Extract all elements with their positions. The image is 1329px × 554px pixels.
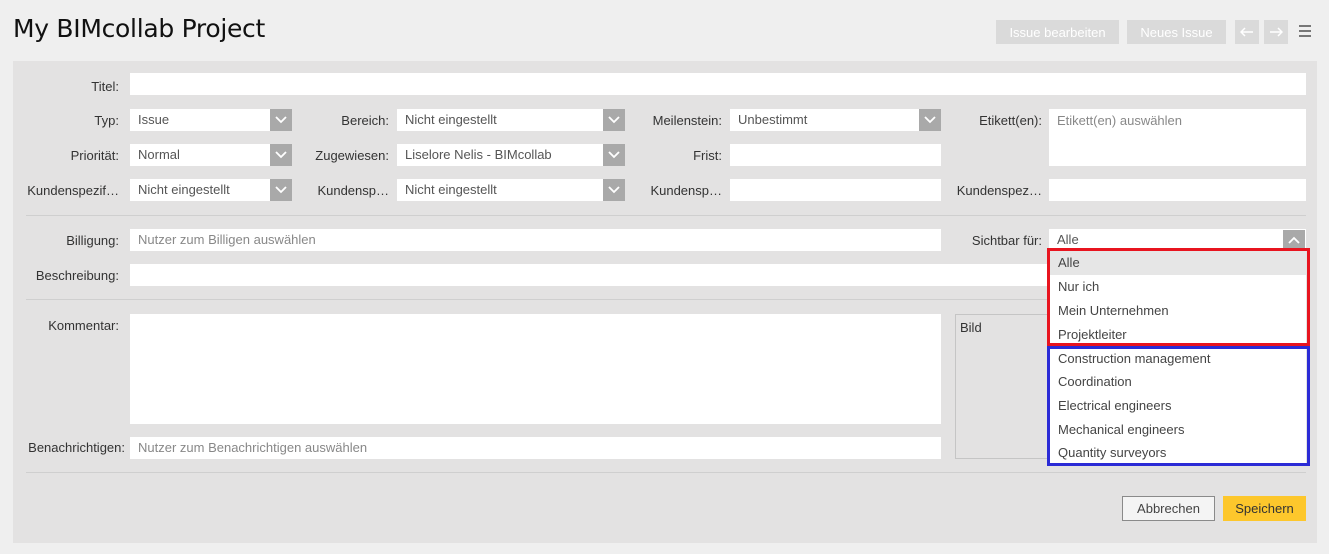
assigned-select[interactable]: Liselore Nelis - BIMcollab: [397, 144, 625, 166]
deadline-input[interactable]: [730, 144, 941, 166]
chevron-down-icon[interactable]: [919, 109, 941, 131]
dropdown-option-all[interactable]: Alle: [1049, 251, 1306, 275]
deadline-label: Frist:: [693, 148, 722, 163]
chevron-down-icon[interactable]: [270, 109, 292, 131]
area-label: Bereich:: [341, 113, 389, 128]
divider: [26, 215, 1306, 216]
chevron-up-icon[interactable]: [1283, 230, 1305, 250]
area-value: Nicht eingestellt: [405, 112, 497, 127]
arrow-left-icon: [1240, 27, 1253, 37]
visible-label: Sichtbar für:: [971, 233, 1042, 248]
visible-select[interactable]: Alle: [1049, 229, 1306, 251]
visible-value: Alle: [1057, 232, 1079, 247]
dropdown-option-only-me[interactable]: Nur ich: [1049, 275, 1306, 299]
custom4-input[interactable]: [1049, 179, 1306, 201]
dropdown-option-construction-management[interactable]: Construction management: [1049, 347, 1306, 371]
notify-label: Benachrichtigen:: [28, 440, 125, 455]
custom2-select[interactable]: Nicht eingestellt: [397, 179, 625, 201]
divider: [26, 472, 1306, 473]
dropdown-option-mechanical-engineers[interactable]: Mechanical engineers: [1049, 418, 1306, 442]
comment-textarea[interactable]: [130, 314, 941, 424]
chevron-down-icon[interactable]: [603, 179, 625, 201]
arrow-right-icon: [1270, 27, 1283, 37]
chevron-down-icon[interactable]: [603, 144, 625, 166]
image-label: Bild: [960, 320, 982, 335]
type-select[interactable]: Issue: [130, 109, 292, 131]
page-title: My BIMcollab Project: [13, 14, 266, 43]
custom1-value: Nicht eingestellt: [138, 182, 230, 197]
title-label: Titel:: [91, 79, 119, 94]
custom3-input[interactable]: [730, 179, 941, 201]
tags-label: Etikett(en):: [979, 113, 1042, 128]
priority-select[interactable]: Normal: [130, 144, 292, 166]
tags-input[interactable]: Etikett(en) auswählen: [1049, 109, 1306, 166]
type-label: Typ:: [94, 113, 119, 128]
save-button[interactable]: Speichern: [1223, 496, 1306, 521]
assigned-label: Zugewiesen:: [315, 148, 389, 163]
image-dropzone[interactable]: Bild: [955, 314, 1055, 459]
title-input[interactable]: [130, 73, 1306, 95]
area-select[interactable]: Nicht eingestellt: [397, 109, 625, 131]
new-issue-button[interactable]: Neues Issue: [1127, 20, 1226, 44]
description-input[interactable]: [130, 264, 1048, 286]
type-value: Issue: [138, 112, 170, 127]
prev-button[interactable]: [1235, 20, 1259, 44]
dropdown-option-quantity-surveyors[interactable]: Quantity surveyors: [1049, 441, 1306, 465]
priority-value: Normal: [138, 147, 180, 162]
cancel-button[interactable]: Abbrechen: [1122, 496, 1215, 521]
chevron-down-icon[interactable]: [270, 144, 292, 166]
edit-issue-button[interactable]: Issue bearbeiten: [996, 20, 1119, 44]
description-label: Beschreibung:: [35, 268, 119, 283]
custom3-label: Kundensp…: [650, 183, 722, 198]
milestone-label: Meilenstein:: [652, 113, 722, 128]
comment-label: Kommentar:: [48, 318, 119, 333]
assigned-value: Liselore Nelis - BIMcollab: [405, 147, 552, 162]
custom4-label: Kundenspez…: [956, 183, 1042, 198]
chevron-down-icon[interactable]: [270, 179, 292, 201]
custom2-label: Kundensp…: [317, 183, 389, 198]
custom1-label: Kundenspezif…: [27, 183, 119, 198]
next-button[interactable]: [1264, 20, 1288, 44]
dropdown-option-coordination[interactable]: Coordination: [1049, 370, 1306, 394]
dropdown-option-project-leader[interactable]: Projektleiter: [1049, 323, 1306, 347]
dropdown-option-my-company[interactable]: Mein Unternehmen: [1049, 299, 1306, 323]
chevron-down-icon[interactable]: [603, 109, 625, 131]
approval-label: Billigung:: [66, 233, 119, 248]
hamburger-menu-icon[interactable]: [1299, 25, 1311, 37]
priority-label: Priorität:: [70, 148, 119, 163]
approval-input[interactable]: Nutzer zum Billigen auswählen: [130, 229, 941, 251]
visibility-dropdown-list: Alle Nur ich Mein Unternehmen Projektlei…: [1049, 251, 1306, 465]
custom1-select[interactable]: Nicht eingestellt: [130, 179, 292, 201]
milestone-value: Unbestimmt: [738, 112, 808, 127]
milestone-select[interactable]: Unbestimmt: [730, 109, 941, 131]
dropdown-option-electrical-engineers[interactable]: Electrical engineers: [1049, 394, 1306, 418]
custom2-value: Nicht eingestellt: [405, 182, 497, 197]
notify-input[interactable]: Nutzer zum Benachrichtigen auswählen: [130, 437, 941, 459]
